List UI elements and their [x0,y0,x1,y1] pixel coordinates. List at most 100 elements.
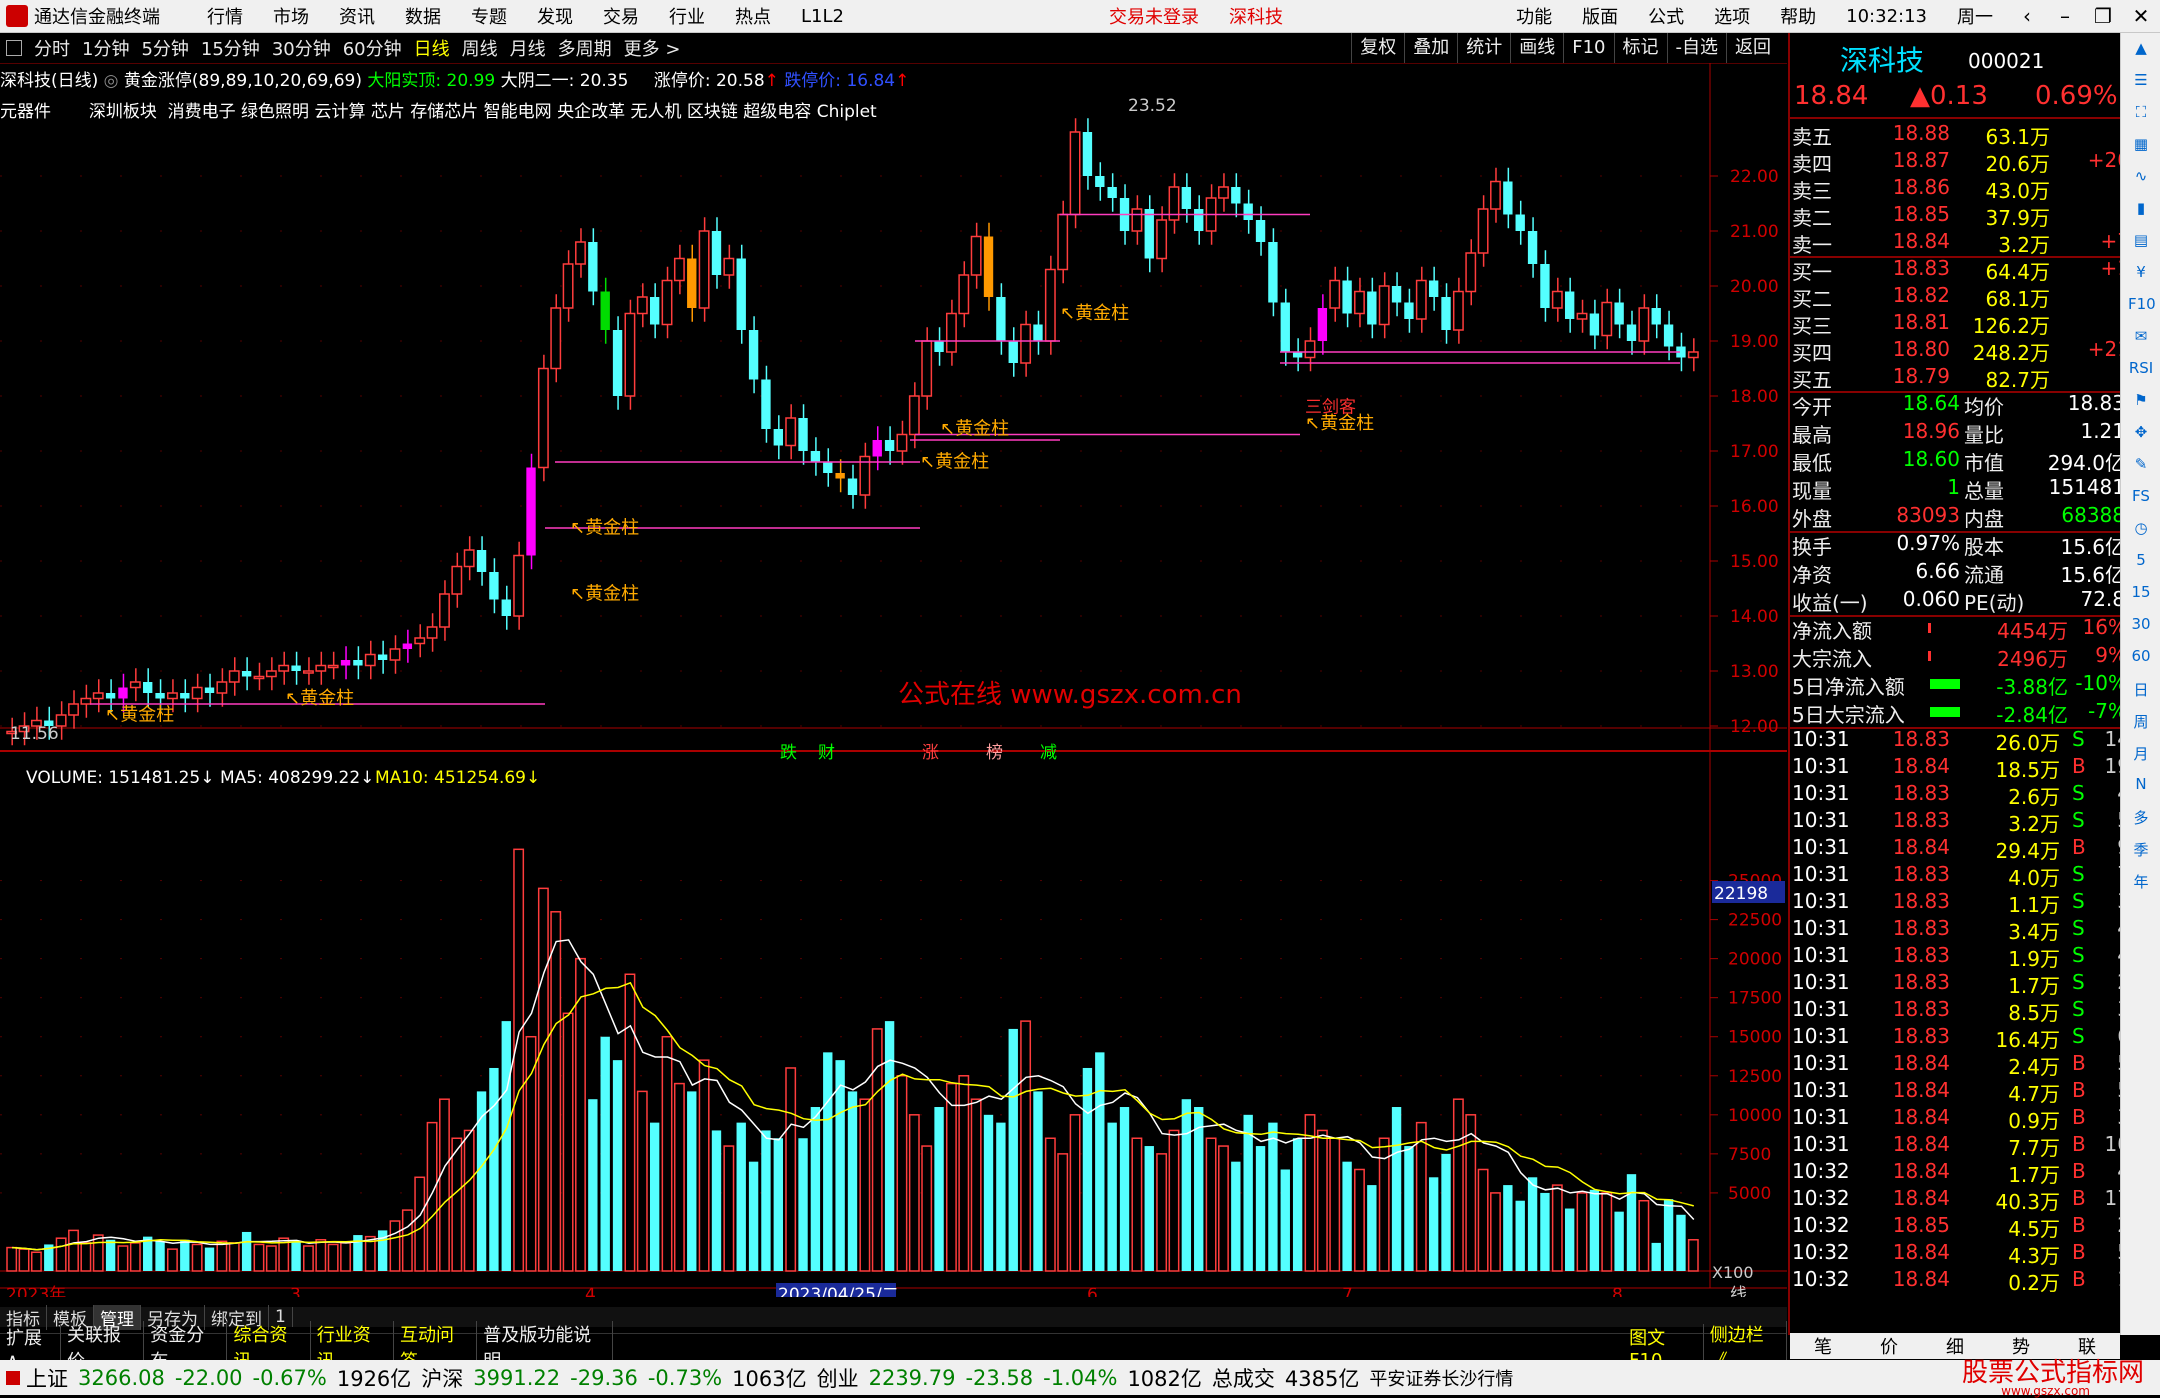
login-status[interactable]: 交易未登录 [1109,3,1199,29]
move-icon[interactable]: ✥ [2128,423,2154,449]
period-button[interactable]: 年 [2128,871,2154,897]
period-button[interactable]: 多 [2128,807,2154,833]
period-button[interactable]: 日 [2128,679,2154,705]
rsi-icon[interactable]: RSI [2128,359,2154,385]
tick-side: B [2072,1159,2086,1183]
period-tab[interactable]: 多周期 [558,35,612,61]
menu-item[interactable]: 热点 [735,3,771,29]
pen-icon[interactable]: ✎ [2128,455,2154,481]
period-button[interactable]: 周 [2128,711,2154,737]
panel-tab[interactable]: 联 [2054,1333,2120,1359]
menu-item[interactable]: L1L2 [801,6,844,27]
candle-body [166,692,178,700]
tick-time: 10:31 [1792,781,1850,805]
fs-icon[interactable]: FS [2128,487,2154,513]
tool-button[interactable]: 标记 [1613,33,1667,63]
5-label[interactable]: 5 [2128,551,2154,577]
chart-icon[interactable]: ⛶ [2128,103,2154,129]
15-label[interactable]: 15 [2128,583,2154,609]
candle-body [92,692,104,700]
broker-name[interactable]: 平安证券长沙行情 [1369,1365,1513,1391]
flow-pct: -7% [2088,699,2127,723]
tool-button[interactable]: 画线 [1510,33,1563,63]
f10-icon[interactable]: F10 [2128,295,2156,321]
tick-side: B [2072,1105,2086,1129]
30-label[interactable]: 30 [2128,615,2154,641]
index-name[interactable]: 沪深 [421,1363,463,1393]
menu-item[interactable]: 交易 [603,3,639,29]
volume-cursor-value: 22198 [1714,884,1768,904]
period-tab[interactable]: 1分钟 [82,35,129,61]
candle-body [291,665,301,671]
period-button[interactable]: 月 [2128,743,2154,769]
menu-func[interactable]: 功能 [1516,3,1552,29]
news-icon[interactable]: ✉ [2128,327,2154,353]
period-tab-more[interactable]: 更多 > [624,35,681,61]
event-marker[interactable]: 减 [1040,743,1057,763]
stock-tab[interactable]: 深科技 [1229,3,1283,29]
candle-body [1477,208,1489,254]
index-name[interactable]: 创业 [817,1363,859,1393]
back-icon[interactable]: ‹ [2008,4,2046,28]
menu-item[interactable]: 行情 [207,3,243,29]
menu-item[interactable]: 专题 [471,3,507,29]
period-tab[interactable]: 30分钟 [272,35,331,61]
panel-tab[interactable]: 价 [1856,1333,1922,1359]
tick-row: 10:3218.840.2万B1 [1790,1267,2130,1295]
period-button[interactable]: 季 [2128,839,2154,865]
doc-icon[interactable]: ▤ [2128,231,2154,257]
tool-button[interactable]: 返回 [1726,33,1779,63]
index-name[interactable]: 上证 [26,1363,68,1393]
tool-button[interactable]: 叠加 [1404,33,1457,63]
period-tab-daily[interactable]: 日线 [414,35,450,61]
event-marker[interactable]: 榜 [986,743,1003,763]
tool-button[interactable]: -自选 [1666,33,1727,63]
60-label[interactable]: 60 [2128,647,2154,673]
menu-item[interactable]: 市场 [273,3,309,29]
layout-icon[interactable] [6,40,22,56]
app-title: 通达信金融终端 [34,7,160,28]
period-tab[interactable]: 15分钟 [201,35,260,61]
tool-button[interactable]: 复权 [1351,33,1404,63]
event-marker[interactable]: 财 [818,743,835,763]
clock-icon[interactable]: ◷ [2128,519,2154,545]
period-tab[interactable]: 周线 [462,35,498,61]
period-tab[interactable]: 5分钟 [141,35,188,61]
menu-options[interactable]: 选项 [1714,3,1750,29]
list-icon[interactable]: ☰ [2128,71,2154,97]
panel-tab[interactable]: 细 [1922,1333,1988,1359]
tool-button[interactable]: 统计 [1457,33,1510,63]
restore-icon[interactable]: ❐ [2084,4,2122,28]
period-tab[interactable]: 分时 [34,35,70,61]
period-button[interactable]: N [2128,775,2154,801]
period-tab[interactable]: 月线 [510,35,546,61]
minimize-icon[interactable]: – [2046,4,2084,28]
line-icon[interactable]: ∿ [2128,167,2154,193]
tick-row: 10:3118.831.7万S2 [1790,970,2130,998]
tool-button[interactable]: F10 [1563,33,1613,63]
event-marker[interactable]: 涨 [922,743,939,763]
event-marker[interactable]: 跌 [780,743,797,763]
order-book-row: 买三 18.81 126.2万 [1790,310,2130,338]
candle-icon[interactable]: ▮ [2128,199,2154,225]
order-book-row: 卖五 18.88 63.1万 [1790,121,2130,149]
close-icon[interactable]: ✕ [2122,4,2160,28]
menu-layout[interactable]: 版面 [1582,3,1618,29]
candle-body [872,440,882,457]
menu-item[interactable]: 行业 [669,3,705,29]
period-tab[interactable]: 60分钟 [343,35,402,61]
arrow-up-icon[interactable]: ▲ [2128,39,2154,65]
menu-item[interactable]: 数据 [405,3,441,29]
menu-item[interactable]: 资讯 [339,3,375,29]
panel-tab[interactable]: 势 [1988,1333,2054,1359]
kline-chart-area[interactable]: 22.00 21.00 20.00 19.00 18.00 17.00 16.00 15.00… [0,63,1787,1297]
menu-item[interactable]: 发现 [537,3,573,29]
candle-body [1280,302,1290,352]
menu-formula[interactable]: 公式 [1648,3,1684,29]
grid-icon[interactable]: ▦ [2128,135,2154,161]
bell-icon[interactable]: ⚑ [2128,391,2154,417]
menu-help[interactable]: 帮助 [1780,3,1816,29]
panel-tab[interactable]: 笔 [1790,1333,1856,1359]
menu-bar: 通达信金融终端 行情 市场 资讯 数据 专题 发现 交易 行业 热点 L1L2 … [0,0,2160,33]
fund-icon[interactable]: ¥ [2128,263,2154,289]
